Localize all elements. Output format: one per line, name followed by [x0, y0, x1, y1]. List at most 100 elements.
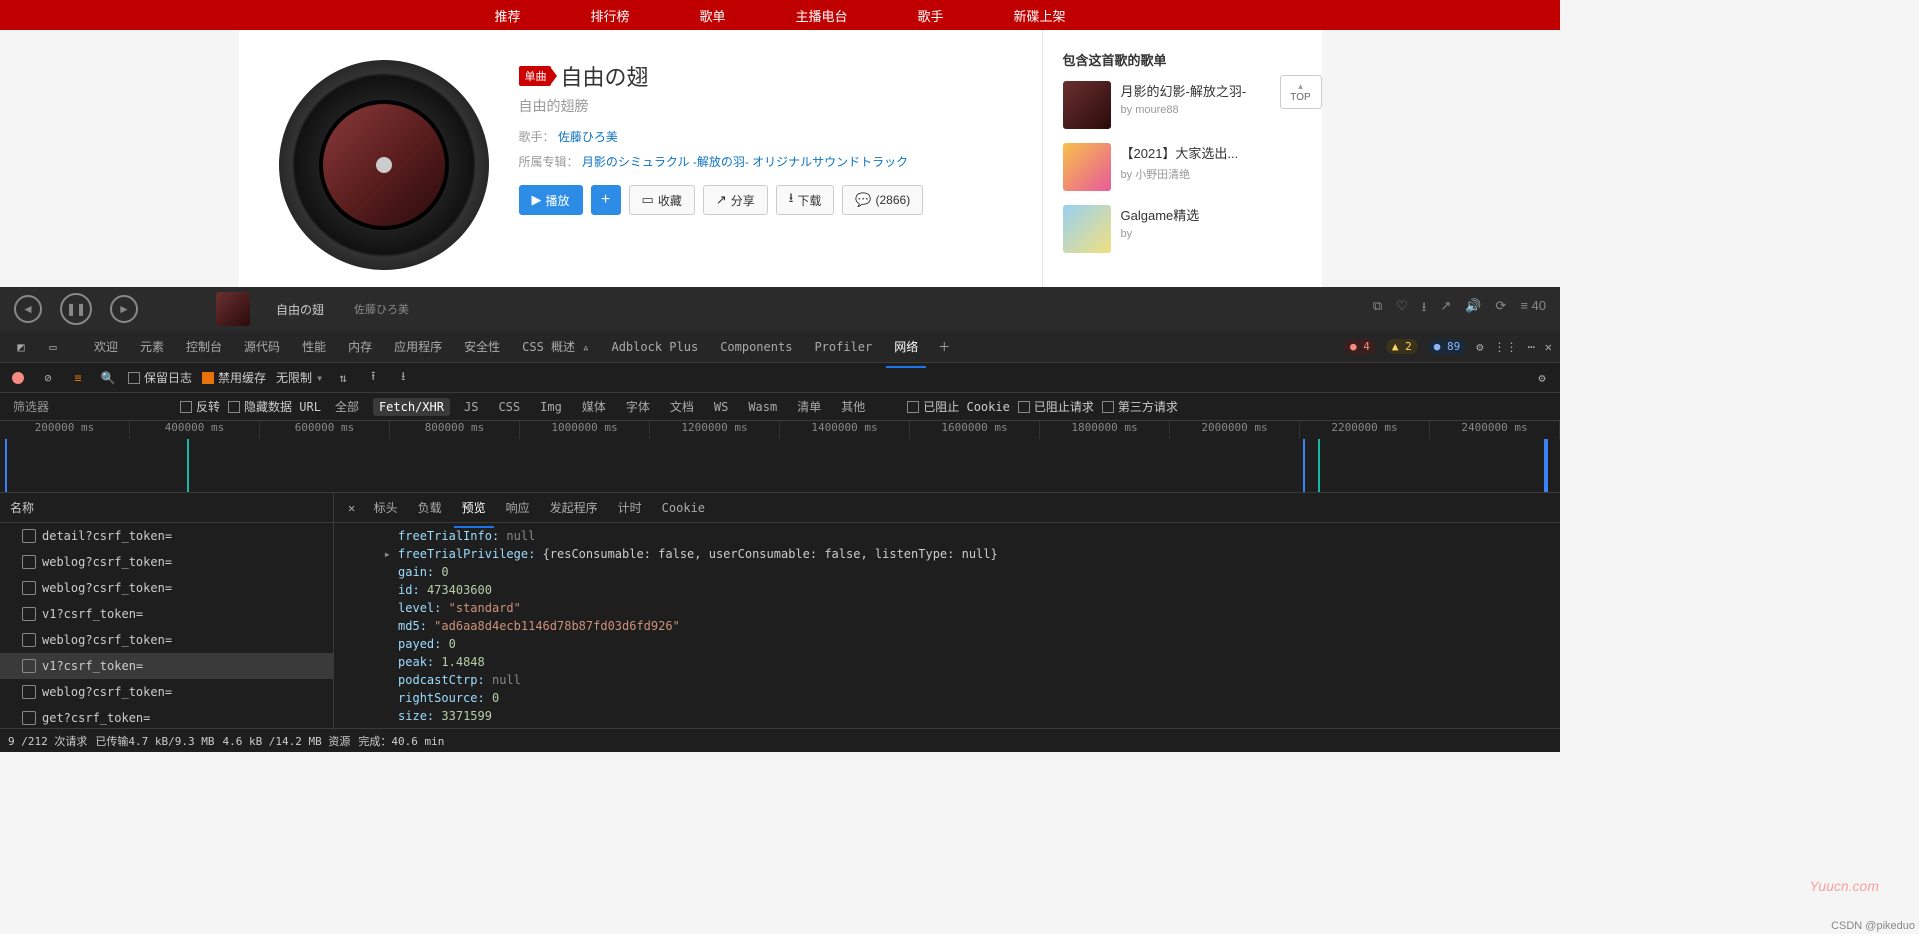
request-row[interactable]: v1?csrf_token=	[0, 653, 333, 679]
tab-sources[interactable]: 源代码	[236, 332, 288, 361]
type-img[interactable]: Img	[534, 398, 568, 416]
nav-tab[interactable]: 歌手	[883, 6, 979, 25]
network-timeline[interactable]: 200000 ms 400000 ms 600000 ms 800000 ms …	[0, 421, 1560, 493]
detail-tab-response[interactable]: 响应	[498, 493, 538, 522]
type-ws[interactable]: WS	[708, 398, 734, 416]
play-pause-icon[interactable]: ❚❚	[60, 293, 92, 325]
share-icon[interactable]: ↗	[1440, 298, 1451, 320]
volume-icon[interactable]: 🔊	[1465, 298, 1481, 320]
request-list[interactable]: 名称 detail?csrf_token= weblog?csrf_token=…	[0, 493, 334, 728]
type-js[interactable]: JS	[458, 398, 484, 416]
disable-cache-checkbox[interactable]: 禁用缓存	[202, 369, 266, 386]
nav-tab[interactable]: 主播电台	[761, 6, 883, 25]
clear-icon[interactable]: ⊘	[38, 368, 58, 388]
request-row[interactable]: weblog?csrf_token=	[0, 679, 333, 705]
playlist-icon[interactable]: ≡ 40	[1520, 298, 1546, 320]
tab-console[interactable]: 控制台	[178, 332, 230, 361]
third-party-checkbox[interactable]: 第三方请求	[1102, 398, 1178, 415]
warning-badge[interactable]: ▲ 2	[1386, 339, 1418, 354]
inspect-icon[interactable]: ◩	[8, 336, 34, 358]
playlist-item[interactable]: 【2021】大家选出...by 小野田清绝	[1063, 143, 1302, 191]
export-icon[interactable]: ⭳	[393, 368, 413, 388]
nav-tab[interactable]: 推荐	[459, 6, 555, 25]
pip-icon[interactable]: ⧉	[1373, 298, 1382, 320]
request-row[interactable]: get?csrf_token=	[0, 705, 333, 728]
fav-icon[interactable]: ♡	[1396, 298, 1408, 320]
favorite-button[interactable]: ▭收藏	[629, 185, 695, 215]
detail-tab-preview[interactable]: 预览	[454, 493, 494, 522]
close-detail-icon[interactable]: ✕	[342, 501, 362, 515]
record-icon[interactable]	[8, 368, 28, 388]
detail-tab-initiator[interactable]: 发起程序	[542, 493, 606, 522]
back-to-top-button[interactable]: TOP	[1280, 75, 1322, 109]
import-icon[interactable]: ⭱	[363, 368, 383, 388]
type-media[interactable]: 媒体	[576, 396, 612, 417]
customize-icon[interactable]: ⋮⋮	[1494, 340, 1518, 354]
type-all[interactable]: 全部	[329, 396, 365, 417]
filter-toggle-icon[interactable]: ≡	[68, 368, 88, 388]
tab-welcome[interactable]: 欢迎	[86, 332, 126, 361]
request-row[interactable]: v1?csrf_token=	[0, 601, 333, 627]
loop-icon[interactable]: ⟳	[1495, 298, 1506, 320]
share-button[interactable]: ↗分享	[703, 185, 768, 215]
type-font[interactable]: 字体	[620, 396, 656, 417]
device-icon[interactable]: ▭	[40, 336, 66, 358]
type-fetch-xhr[interactable]: Fetch/XHR	[373, 398, 450, 416]
detail-tab-timing[interactable]: 计时	[610, 493, 650, 522]
playlist-item[interactable]: 月影的幻影-解放之羽-by moure88	[1063, 81, 1302, 129]
preserve-log-checkbox[interactable]: 保留日志	[128, 369, 192, 386]
tab-add-icon[interactable]: ＋	[938, 338, 950, 355]
close-icon[interactable]: ✕	[1545, 340, 1552, 354]
tab-css-overview[interactable]: CSS 概述 ▵	[514, 332, 597, 361]
nav-tab[interactable]: 排行榜	[555, 6, 664, 25]
settings-icon[interactable]: ⚙	[1532, 368, 1552, 388]
tab-memory[interactable]: 内存	[340, 332, 380, 361]
gear-icon[interactable]: ⚙	[1476, 340, 1483, 354]
info-badge[interactable]: ● 89	[1428, 339, 1467, 354]
request-row[interactable]: weblog?csrf_token=	[0, 549, 333, 575]
devtools-badges: ● 4 ▲ 2 ● 89 ⚙ ⋮⋮ ⋯ ✕	[1344, 339, 1552, 354]
hide-data-url-checkbox[interactable]: 隐藏数据 URL	[228, 398, 321, 415]
wifi-icon[interactable]: ⇅	[333, 368, 353, 388]
throttle-select[interactable]: 无限制	[276, 369, 323, 386]
response-body[interactable]: freeTrialInfo: null ▸ freeTrialPrivilege…	[334, 523, 1560, 728]
blocked-request-checkbox[interactable]: 已阻止请求	[1018, 398, 1094, 415]
request-row[interactable]: detail?csrf_token=	[0, 523, 333, 549]
type-manifest[interactable]: 清单	[791, 396, 827, 417]
filter-input[interactable]: 筛选器	[8, 395, 54, 418]
type-doc[interactable]: 文档	[664, 396, 700, 417]
download-icon[interactable]: ⭳	[1422, 298, 1427, 320]
playlist-item[interactable]: Galgame精选by	[1063, 205, 1302, 253]
detail-tab-headers[interactable]: 标头	[366, 493, 406, 522]
error-badge[interactable]: ● 4	[1344, 339, 1376, 354]
more-icon[interactable]: ⋯	[1528, 340, 1535, 354]
type-other[interactable]: 其他	[835, 396, 871, 417]
nav-tab[interactable]: 新碟上架	[979, 6, 1101, 25]
tab-application[interactable]: 应用程序	[386, 332, 450, 361]
detail-tab-payload[interactable]: 负载	[410, 493, 450, 522]
tab-profiler[interactable]: Profiler	[806, 334, 880, 360]
tab-security[interactable]: 安全性	[456, 332, 508, 361]
type-css[interactable]: CSS	[492, 398, 526, 416]
artist-link[interactable]: 佐藤ひろ美	[558, 130, 618, 144]
type-wasm[interactable]: Wasm	[742, 398, 783, 416]
prev-track-icon[interactable]: ◄	[14, 295, 42, 323]
tab-network[interactable]: 网络	[886, 332, 926, 361]
invert-checkbox[interactable]: 反转	[180, 398, 220, 415]
next-track-icon[interactable]: ►	[110, 295, 138, 323]
search-icon[interactable]: 🔍	[98, 368, 118, 388]
album-link[interactable]: 月影のシミュラクル -解放の羽- オリジナルサウンドトラック	[582, 155, 908, 169]
tab-adblock[interactable]: Adblock Plus	[603, 334, 706, 360]
tab-performance[interactable]: 性能	[294, 332, 334, 361]
blocked-cookie-checkbox[interactable]: 已阻止 Cookie	[907, 398, 1010, 415]
detail-tab-cookie[interactable]: Cookie	[654, 495, 713, 521]
request-row[interactable]: weblog?csrf_token=	[0, 575, 333, 601]
comment-button[interactable]: 💬(2866)	[842, 185, 923, 215]
add-button[interactable]	[591, 185, 621, 215]
request-row[interactable]: weblog?csrf_token=	[0, 627, 333, 653]
play-button[interactable]: ▶播放	[519, 185, 583, 215]
download-button[interactable]: ⭳下载	[776, 185, 835, 215]
nav-tab[interactable]: 歌单	[664, 6, 760, 25]
tab-components[interactable]: Components	[712, 334, 800, 360]
tab-elements[interactable]: 元素	[132, 332, 172, 361]
